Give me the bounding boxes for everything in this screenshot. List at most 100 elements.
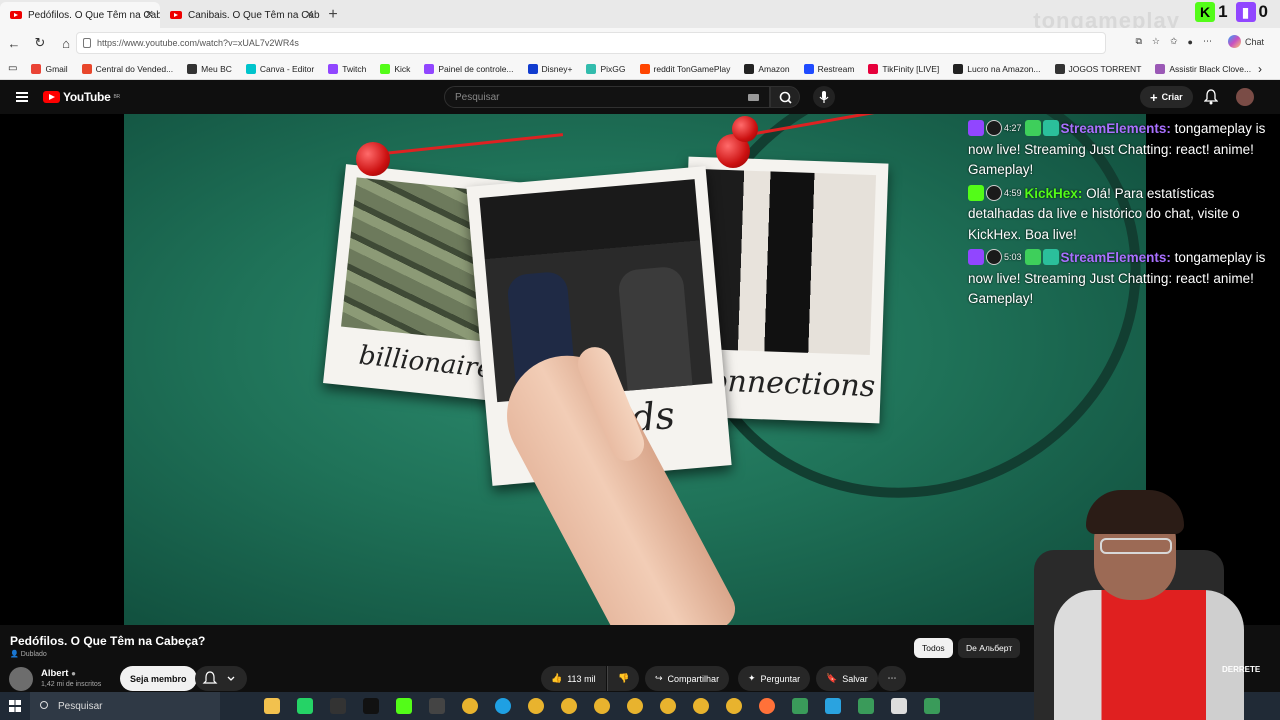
start-button[interactable] (0, 692, 30, 720)
close-tab-icon[interactable]: ✕ (145, 8, 154, 21)
search-icon (779, 91, 792, 104)
bookmark-favicon-icon (639, 63, 650, 74)
bookmarks-bar: ▭ Gmail Central do Vended... Meu BC Canva -… (0, 58, 1280, 80)
like-button[interactable]: 👍 113 mil (541, 666, 606, 691)
chat-role-badges (1024, 120, 1059, 136)
share-button[interactable]: ↪ Compartilhar (645, 666, 730, 691)
join-member-button[interactable]: Seja membro (120, 666, 197, 691)
profile-icon[interactable]: ● (1188, 37, 1193, 47)
app-icon[interactable] (924, 698, 940, 714)
tab-canibais[interactable]: Canibais. O Que Têm na Cabeça? ✕ (160, 2, 320, 28)
bookmark-item[interactable]: JOGOS TORRENT (1054, 63, 1141, 74)
kick-count: 1 (1218, 2, 1228, 21)
bookmark-favicon-icon (380, 63, 391, 74)
channel-name[interactable]: Albert ● (41, 668, 76, 679)
bookmark-item[interactable]: Kick (380, 63, 410, 74)
chat-username: KickHex: (1024, 185, 1083, 201)
favorite-star-icon[interactable]: ☆ (1152, 36, 1160, 47)
edge-icon[interactable] (495, 698, 511, 714)
whatsapp-icon[interactable] (297, 698, 313, 714)
close-tab-icon[interactable]: ✕ (305, 8, 314, 21)
bookmark-favicon-icon (31, 63, 42, 74)
bookmark-item[interactable]: Disney+ (527, 63, 572, 74)
save-button[interactable]: 🔖 Salvar (816, 666, 878, 691)
reload-icon[interactable]: ↻ (28, 31, 52, 55)
chip-from-channel[interactable]: De Альберт (958, 638, 1021, 658)
obs-icon[interactable] (429, 698, 445, 714)
bookmark-item[interactable]: Twitch (328, 63, 366, 74)
user-avatar[interactable] (1236, 88, 1254, 106)
copilot-chat-button[interactable]: Chat (1222, 32, 1270, 51)
chip-all[interactable]: Todos (914, 638, 953, 658)
extensions-icon[interactable]: ⧉ (1135, 36, 1141, 47)
moderator-badge-icon (1024, 249, 1041, 265)
voice-search-button[interactable] (813, 86, 835, 108)
url-input[interactable]: https://www.youtube.com/watch?v=xUAL7v2W… (76, 32, 1106, 54)
app-icon[interactable] (792, 698, 808, 714)
play-icon[interactable] (396, 698, 412, 714)
menu-icon[interactable] (16, 92, 28, 102)
tab-pedofilos[interactable]: Pedófilos. O Que Têm na Cabeça? ✕ (0, 2, 160, 28)
bookmark-icon: 🔖 (826, 673, 838, 683)
search-button[interactable] (770, 86, 800, 108)
bookmark-item[interactable]: Meu BC (187, 63, 232, 74)
bookmark-item[interactable]: Central do Vended... (81, 63, 173, 74)
bookmark-label: Restream (817, 63, 855, 74)
chrome-icon[interactable] (594, 698, 610, 714)
tiktok-icon[interactable] (363, 698, 379, 714)
more-options-icon[interactable]: ⋯ (1203, 36, 1212, 47)
channel-name-text: Albert (41, 668, 69, 679)
telegram-icon[interactable] (825, 698, 841, 714)
bookmark-label: TikFinity [LIVE] (882, 63, 940, 74)
pen-icon[interactable] (891, 698, 907, 714)
bookmark-item[interactable]: Restream (803, 63, 855, 74)
twitch-count: 0 (1258, 2, 1268, 21)
streamer-hair (1086, 490, 1184, 534)
chrome-icon[interactable] (528, 698, 544, 714)
firefox-icon[interactable] (759, 698, 775, 714)
bookmark-item[interactable]: Gmail (31, 63, 68, 74)
terminal-icon[interactable] (330, 698, 346, 714)
chrome-icon[interactable] (726, 698, 742, 714)
app-icon[interactable] (858, 698, 874, 714)
more-actions-button[interactable]: ⋯ (878, 666, 906, 691)
chat-username: StreamElements: (1060, 250, 1171, 265)
bookmark-item[interactable]: Painel de controle... (424, 63, 514, 74)
ask-button[interactable]: ✦ Perguntar (738, 666, 811, 691)
dislike-button[interactable]: 👎 (607, 666, 640, 691)
bookmark-favicon-icon (803, 63, 814, 74)
reading-list-icon[interactable]: ▭ (8, 63, 17, 74)
search-input[interactable]: Pesquisar (444, 86, 770, 108)
chat-badges (968, 184, 1002, 201)
new-tab-button[interactable]: + (320, 2, 346, 28)
bookmark-item[interactable]: Amazon (744, 63, 790, 74)
bookmark-item[interactable]: Lucro na Amazon... (953, 63, 1041, 74)
user-badge-icon (986, 249, 1002, 265)
back-icon[interactable]: ← (2, 31, 26, 55)
chrome-icon[interactable] (561, 698, 577, 714)
chat-message: 4:27 StreamElements: tongameplay is now l… (968, 118, 1278, 181)
explorer-icon[interactable] (264, 698, 280, 714)
home-icon[interactable]: ⌂ (54, 31, 78, 55)
bookmark-item[interactable]: Canva - Editor (245, 63, 314, 74)
taskbar-search[interactable]: Pesquisar (30, 692, 220, 720)
channel-avatar[interactable] (9, 667, 33, 691)
bookmark-item[interactable]: Assistir Black Clove... (1155, 63, 1252, 74)
chrome-icon[interactable] (462, 698, 478, 714)
collections-icon[interactable]: ✩ (1170, 36, 1178, 47)
youtube-logo[interactable]: YouTube BR (43, 90, 120, 104)
notifications-bell-icon[interactable] (1204, 89, 1218, 105)
bookmarks-overflow-icon[interactable]: › (1258, 62, 1262, 76)
bookmark-item[interactable]: reddit TonGamePlay (639, 63, 730, 74)
youtube-header: YouTube BR Pesquisar + Criar (0, 80, 1280, 114)
subscribe-notifications-button[interactable] (195, 666, 247, 691)
side-recommendation-text[interactable]: DERRETE (1222, 665, 1260, 674)
chrome-icon[interactable] (660, 698, 676, 714)
bookmark-item[interactable]: TikFinity [LIVE] (868, 63, 940, 74)
keyboard-icon[interactable] (748, 94, 759, 101)
bookmark-label: Assistir Black Clove... (1169, 63, 1252, 74)
chrome-icon[interactable] (627, 698, 643, 714)
chrome-icon[interactable] (693, 698, 709, 714)
bookmark-item[interactable]: PixGG (586, 63, 626, 74)
create-button[interactable]: + Criar (1140, 86, 1193, 108)
